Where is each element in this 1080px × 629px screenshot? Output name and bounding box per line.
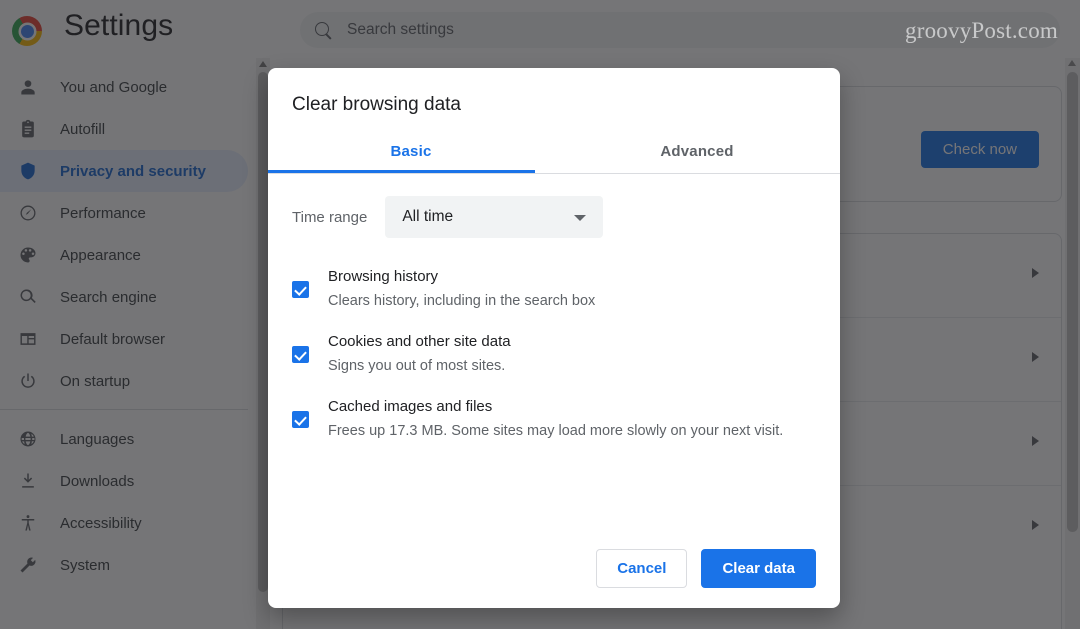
option-cookies-and-other-site-data[interactable]: Cookies and other site data Signs you ou…	[292, 321, 816, 386]
dialog-actions: Cancel Clear data	[596, 549, 816, 588]
watermark: groovyPost.com	[905, 18, 1058, 43]
checkbox-checked-icon[interactable]	[292, 346, 309, 363]
option-description: Clears history, including in the search …	[328, 293, 596, 309]
option-title: Browsing history	[328, 268, 439, 285]
clear-data-button[interactable]: Clear data	[701, 549, 816, 588]
tab-advanced[interactable]: Advanced	[554, 132, 840, 173]
checkbox-checked-icon[interactable]	[292, 281, 309, 298]
option-description: Frees up 17.3 MB. Some sites may load mo…	[328, 423, 784, 439]
time-range-label: Time range	[292, 208, 368, 226]
time-range-select[interactable]: All time	[385, 196, 604, 238]
option-browsing-history[interactable]: Browsing history Clears history, includi…	[292, 256, 816, 321]
time-range-value: All time	[402, 208, 454, 225]
option-description: Signs you out of most sites.	[328, 358, 506, 374]
checkbox-wrapper[interactable]	[292, 266, 328, 313]
dialog-title: Clear browsing data	[292, 94, 461, 115]
option-cached-images-and-files[interactable]: Cached images and files Frees up 17.3 MB…	[292, 386, 816, 451]
time-range-row: Time range All time	[268, 174, 840, 238]
checkbox-checked-icon[interactable]	[292, 411, 309, 428]
chevron-down-icon	[574, 215, 587, 221]
checkbox-wrapper[interactable]	[292, 396, 328, 443]
dialog-tabs: Basic Advanced	[268, 132, 840, 174]
checkbox-wrapper[interactable]	[292, 331, 328, 378]
tab-basic[interactable]: Basic	[268, 132, 554, 173]
tab-active-underline	[268, 170, 535, 173]
option-title: Cached images and files	[328, 398, 493, 415]
option-title: Cookies and other site data	[328, 333, 511, 350]
cancel-button[interactable]: Cancel	[596, 549, 688, 588]
options-list: Browsing history Clears history, includi…	[268, 238, 840, 451]
settings-window: Settings Search settings You and Google …	[0, 0, 1080, 629]
clear-browsing-data-dialog: Clear browsing data Basic Advanced Time …	[268, 68, 840, 608]
